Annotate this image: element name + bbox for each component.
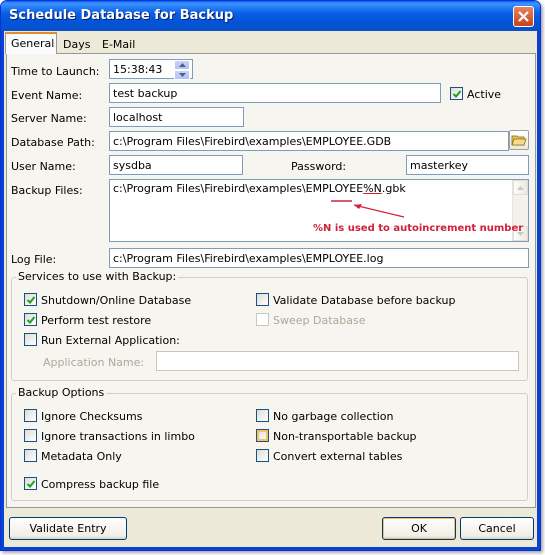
ignore-limbo-label: Ignore transactions in limbo — [41, 430, 195, 443]
active-checkbox[interactable] — [450, 87, 463, 100]
password-label: Password: — [291, 160, 347, 173]
chevron-up-icon — [178, 63, 186, 67]
no-gc-checkbox[interactable] — [256, 409, 269, 422]
tab-email-label: E-Mail — [102, 38, 136, 51]
event-value: test backup — [113, 87, 178, 100]
user-name-input[interactable]: sysdba — [109, 155, 243, 175]
database-path-input[interactable]: c:\Program Files\Firebird\examples\EMPLO… — [109, 131, 509, 151]
check-icon — [452, 90, 462, 98]
validate-entry-button[interactable]: Validate Entry — [9, 517, 127, 540]
browse-database-button[interactable] — [509, 130, 529, 150]
schedule-backup-dialog: Schedule Database for Backup General Day… — [0, 0, 541, 551]
time-spinner[interactable] — [174, 60, 190, 80]
app-name-label: Application Name: — [43, 356, 145, 369]
sweep-db-label: Sweep Database — [273, 314, 366, 327]
server-value: localhost — [113, 111, 163, 124]
validate-db-checkbox[interactable] — [256, 293, 269, 306]
autoincrement-annotation: %N is used to autoincrement number — [313, 223, 524, 234]
active-label: Active — [467, 88, 502, 101]
close-icon — [518, 11, 529, 22]
cancel-label: Cancel — [478, 522, 516, 535]
test-restore-label: Perform test restore — [41, 314, 152, 327]
folder-open-icon — [511, 135, 527, 146]
server-name-input[interactable]: localhost — [109, 107, 244, 127]
event-label: Event Name: — [11, 89, 83, 102]
time-value: 15:38:43 — [113, 63, 163, 76]
spin-up-button[interactable] — [174, 60, 190, 70]
password-value: masterkey — [410, 159, 469, 172]
password-input[interactable]: masterkey — [406, 155, 529, 175]
compress-checkbox[interactable] — [24, 477, 37, 490]
tab-general[interactable]: General — [5, 32, 57, 54]
log-file-input[interactable]: c:\Program Files\Firebird\examples\EMPLO… — [109, 248, 529, 268]
backup-options-title: Backup Options — [16, 386, 107, 399]
validate-entry-label: Validate Entry — [29, 522, 107, 535]
dbpath-label: Database Path: — [11, 136, 95, 149]
backup-files-label: Backup Files: — [11, 184, 83, 197]
run-external-checkbox[interactable] — [24, 333, 37, 346]
ignore-checksums-checkbox[interactable] — [24, 409, 37, 422]
convert-external-checkbox[interactable] — [256, 449, 269, 462]
metadata-only-checkbox[interactable] — [24, 449, 37, 462]
event-name-input[interactable]: test backup — [109, 83, 441, 103]
sweep-db-checkbox[interactable] — [256, 313, 269, 326]
title-bar[interactable]: Schedule Database for Backup — [1, 1, 540, 31]
ok-button[interactable]: OK — [382, 517, 456, 540]
validate-db-label: Validate Database before backup — [273, 294, 456, 307]
convert-external-label: Convert external tables — [273, 450, 403, 463]
metadata-only-label: Metadata Only — [41, 450, 122, 463]
dbpath-value: c:\Program Files\Firebird\examples\EMPLO… — [113, 135, 392, 148]
log-file-label: Log File: — [11, 253, 57, 266]
spin-down-button[interactable] — [174, 70, 190, 80]
app-name-input[interactable] — [156, 351, 519, 371]
check-icon — [26, 296, 36, 304]
chevron-down-icon — [178, 73, 186, 77]
non-transportable-label: Non-transportable backup — [273, 430, 417, 443]
compress-label: Compress backup file — [41, 478, 160, 491]
user-label: User Name: — [11, 160, 76, 173]
ignore-checksums-label: Ignore Checksums — [41, 410, 143, 423]
window-title: Schedule Database for Backup — [9, 8, 234, 23]
ok-label: OK — [411, 522, 427, 535]
no-gc-label: No garbage collection — [273, 410, 394, 423]
time-label: Time to Launch: — [11, 65, 100, 78]
log-file-value: c:\Program Files\Firebird\examples\EMPLO… — [113, 252, 384, 265]
shutdown-checkbox[interactable] — [24, 293, 37, 306]
tab-general-label: General — [11, 37, 55, 50]
server-label: Server Name: — [11, 112, 87, 125]
annotation-arrow-icon — [331, 200, 405, 218]
check-icon — [26, 316, 36, 324]
ignore-limbo-checkbox[interactable] — [24, 429, 37, 442]
tab-days[interactable]: Days — [58, 35, 95, 55]
tab-days-label: Days — [63, 38, 91, 51]
chevron-up-icon — [517, 185, 524, 190]
cancel-button[interactable]: Cancel — [460, 517, 534, 540]
tab-email[interactable]: E-Mail — [97, 35, 140, 55]
non-transportable-checkbox[interactable] — [256, 429, 269, 442]
scroll-up-button[interactable] — [513, 180, 528, 195]
run-external-label: Run External Application: — [41, 334, 180, 347]
test-restore-checkbox[interactable] — [24, 313, 37, 326]
user-value: sysdba — [113, 159, 152, 172]
check-icon — [26, 480, 36, 488]
services-group-title: Services to use with Backup: — [16, 270, 179, 283]
close-button[interactable] — [513, 6, 534, 27]
shutdown-label: Shutdown/Online Database — [41, 294, 192, 307]
